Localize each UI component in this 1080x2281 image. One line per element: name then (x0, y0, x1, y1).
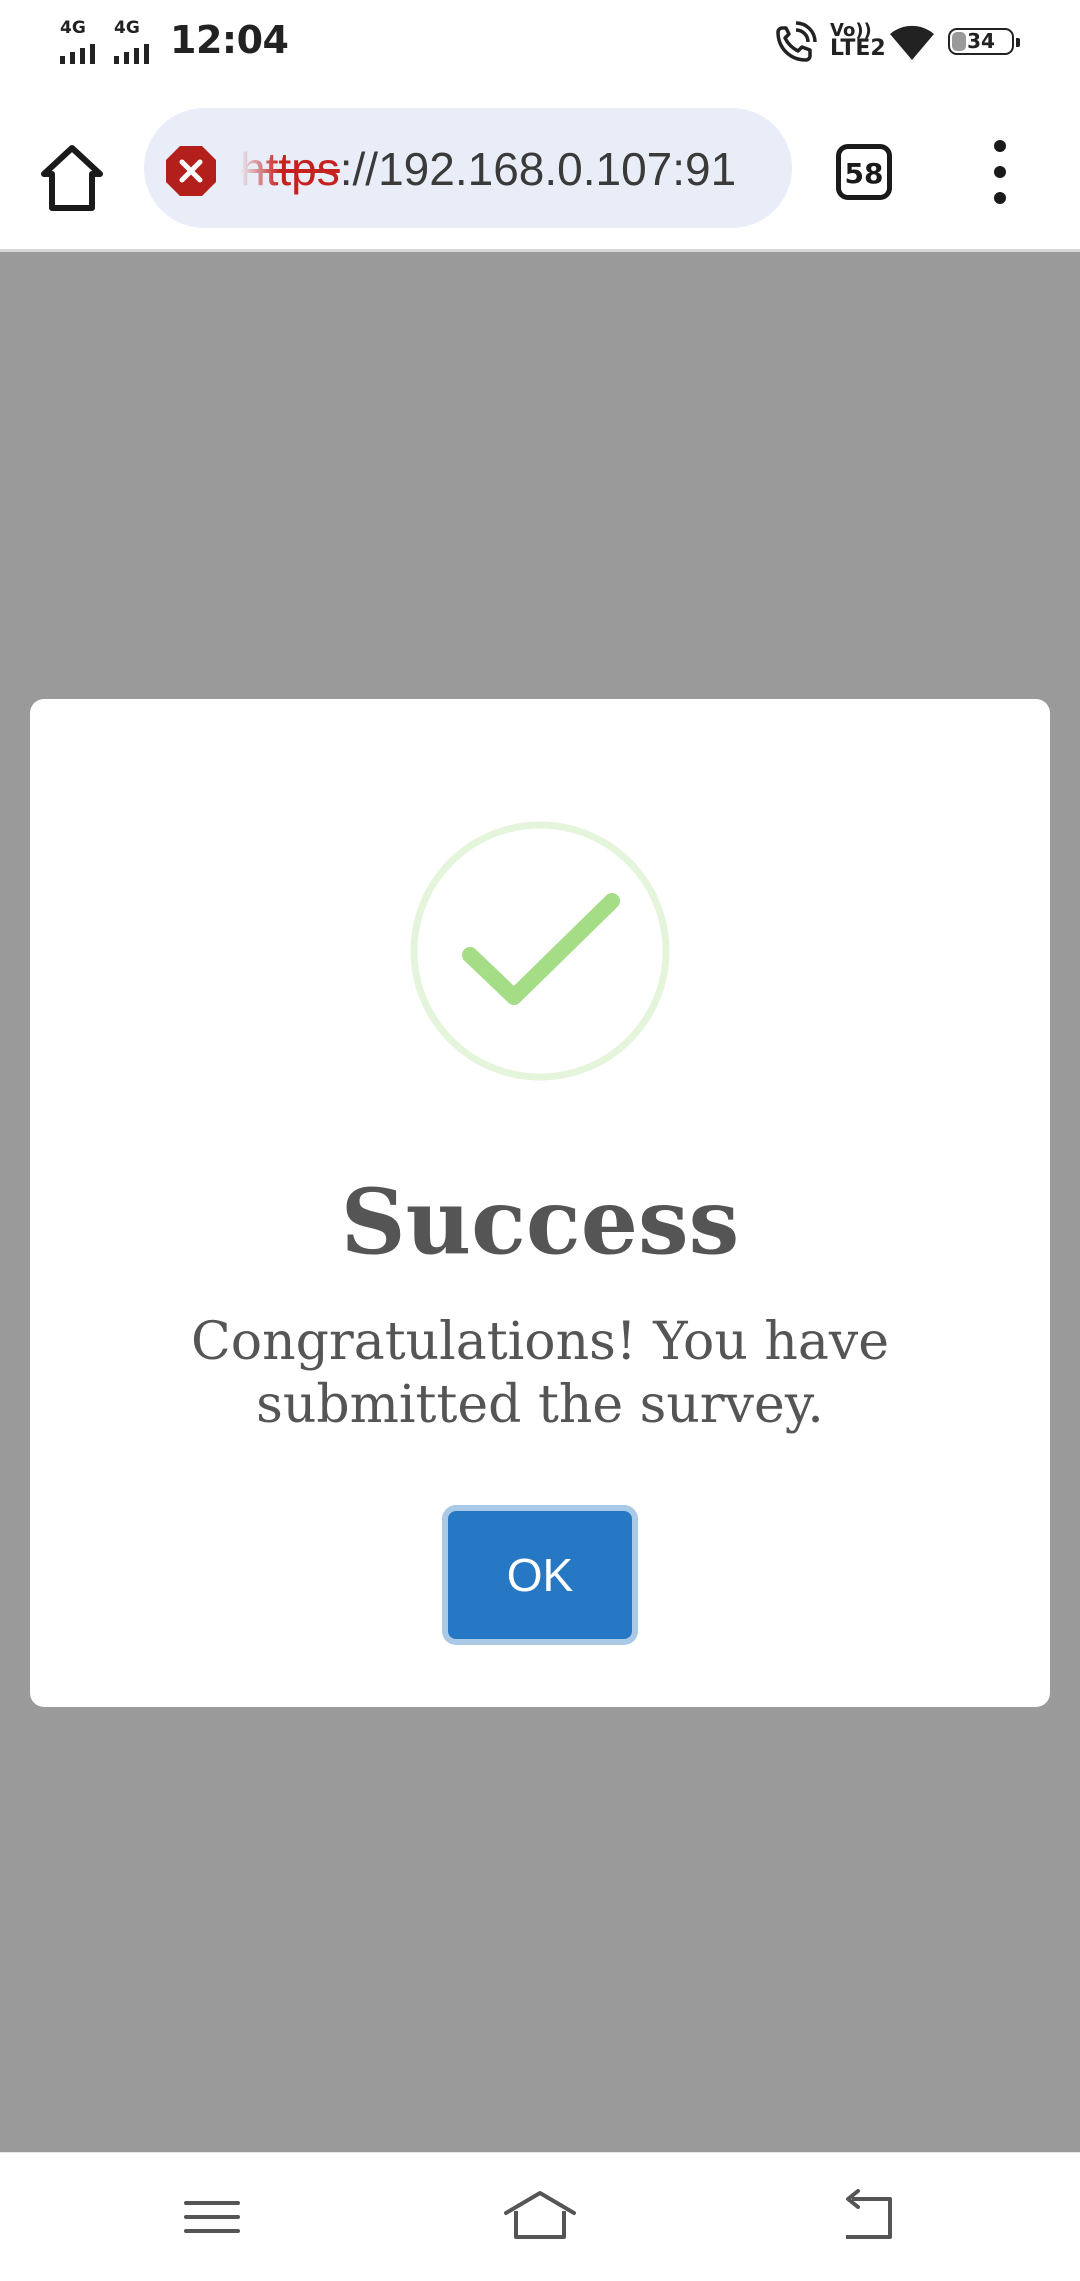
clock: 12:04 (170, 18, 289, 62)
success-check-icon (410, 821, 670, 1081)
wifi-icon (890, 25, 934, 60)
address-bar[interactable]: https://192.168.0.107:91 (144, 108, 792, 228)
tabs-button[interactable]: 58 (836, 144, 892, 200)
url-text[interactable]: https://192.168.0.107:91 (240, 142, 736, 196)
dialog-message: Congratulations! You have submitted the … (191, 1312, 889, 1435)
home-nav-icon[interactable] (500, 2187, 580, 2247)
battery-icon: 34 (948, 28, 1020, 55)
dialog-title: Success (340, 1169, 740, 1275)
not-secure-icon[interactable] (164, 144, 218, 198)
battery-level: 34 (967, 29, 995, 53)
network-type-1: 4G (60, 18, 86, 38)
network-type-2: 4G (114, 18, 140, 38)
back-icon[interactable] (828, 2187, 908, 2247)
menu-icon[interactable] (172, 2187, 252, 2247)
ok-button[interactable]: OK (448, 1511, 632, 1639)
status-bar: 4G 4G 12:04 Vo)) LTE2 34 (0, 0, 1080, 84)
wifi-calling-icon (776, 21, 817, 62)
page-overlay: Success Congratulations! You have submit… (0, 252, 1080, 2152)
home-icon[interactable] (30, 136, 114, 220)
system-nav-bar (0, 2152, 1080, 2281)
volte-indicator: Vo)) LTE2 (830, 20, 886, 61)
browser-toolbar: https://192.168.0.107:91 58 (0, 84, 1080, 252)
more-vert-icon[interactable] (980, 140, 1020, 204)
url-host: ://192.168.0.107:91 (339, 143, 737, 195)
success-dialog: Success Congratulations! You have submit… (30, 699, 1050, 1707)
tab-count: 58 (844, 157, 884, 190)
